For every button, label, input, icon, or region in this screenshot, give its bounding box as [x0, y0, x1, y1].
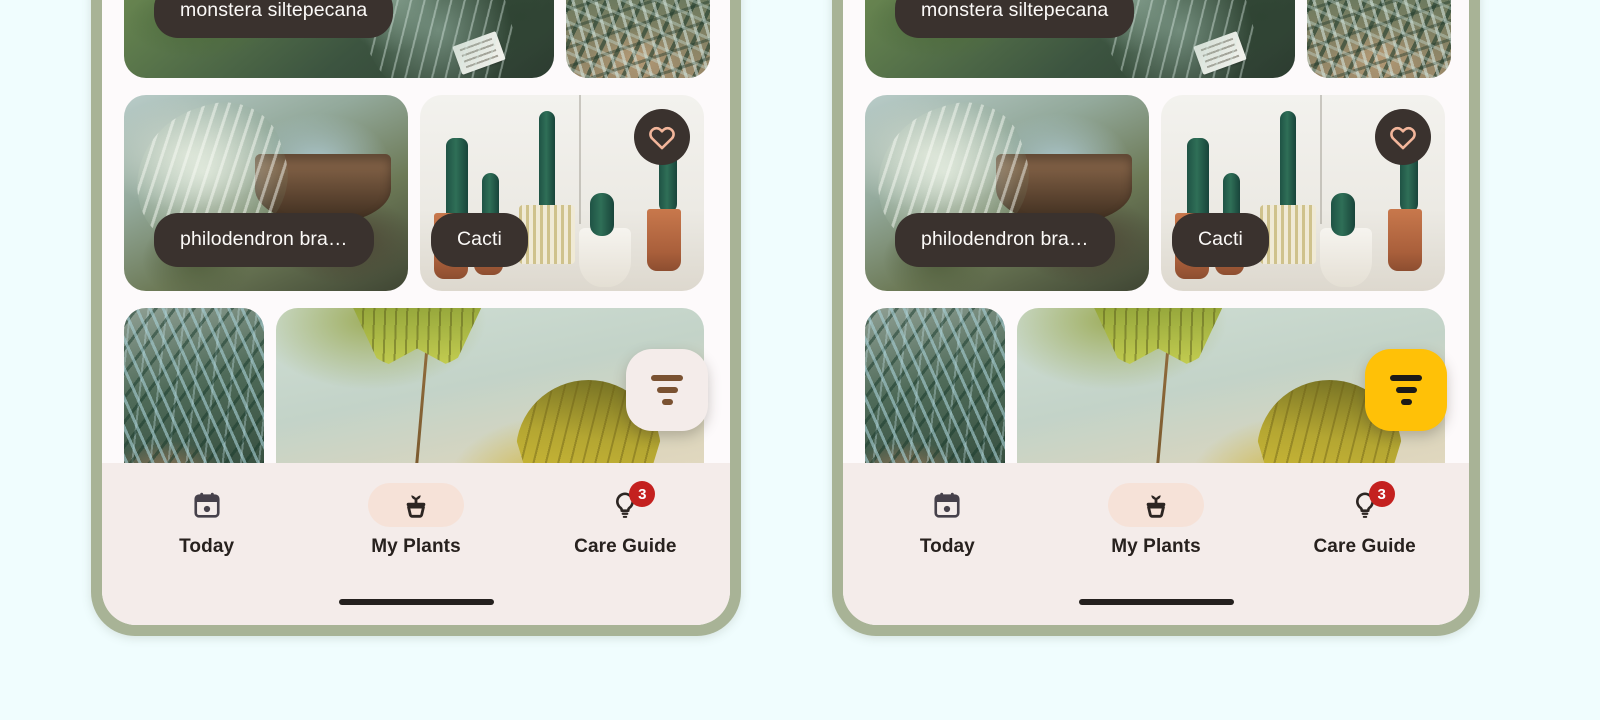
plant-card-spider-plant[interactable]: [865, 308, 1005, 463]
plant-label-chip: monstera siltepecana: [895, 0, 1135, 38]
plant-label-chip: monstera siltepecana: [154, 0, 394, 38]
plant-card-palm-plant[interactable]: [566, 0, 710, 78]
plant-grid-row: philodendron bra… Cacti: [124, 95, 708, 291]
potted-plant-icon: [406, 495, 426, 518]
nav-item-care-guide[interactable]: 3 Care Guide: [521, 481, 730, 558]
plant-card-monstera-siltepecana[interactable]: monstera siltepecana: [124, 0, 554, 78]
nav-icon-wrapper: 3: [577, 481, 673, 527]
plant-label-chip: Cacti: [431, 213, 528, 267]
potted-plant-icon: [1146, 495, 1166, 518]
cactus-prop: [445, 138, 468, 221]
plant-card-palm-plant[interactable]: [1307, 0, 1451, 78]
home-indicator[interactable]: [338, 599, 494, 605]
cactus-prop: [1280, 110, 1297, 209]
speckled-pot-prop: [1320, 228, 1373, 288]
favorite-button[interactable]: [1375, 109, 1431, 165]
filter-fab-button[interactable]: [1365, 349, 1447, 431]
plant-photo-palm-plant: [566, 0, 710, 78]
nav-badge-care-guide: 3: [1368, 481, 1395, 507]
plant-photo-spider-plant: [865, 308, 1005, 463]
plant-label-chip: philodendron bra…: [895, 213, 1115, 267]
terracotta-pot-prop: [647, 208, 682, 272]
nav-item-care-guide[interactable]: 3 Care Guide: [1260, 481, 1469, 558]
phone-screen-left: monstera siltepecana philodendron bra… C…: [102, 0, 730, 625]
nav-icon-wrapper: [1108, 483, 1204, 527]
nav-badge-care-guide: 3: [629, 481, 656, 507]
leaf-prop: [353, 308, 482, 368]
plant-photo-spider-plant: [124, 308, 264, 463]
cactus-prop: [539, 110, 556, 209]
home-indicator[interactable]: [1078, 599, 1234, 605]
plant-grid-left[interactable]: monstera siltepecana philodendron bra… C…: [102, 0, 730, 463]
filter-icon: [1390, 375, 1422, 405]
terracotta-pot-prop: [1388, 208, 1423, 272]
nav-label-today: Today: [919, 536, 975, 557]
plant-grid-right[interactable]: monstera siltepecana philodendron bra… C…: [843, 0, 1469, 463]
phone-mockup-left: monstera siltepecana philodendron bra… C…: [91, 0, 741, 636]
nav-label-my-plants: My Plants: [1111, 536, 1201, 557]
nav-icon-wrapper: [367, 483, 464, 527]
plant-label-chip: Cacti: [1172, 213, 1269, 267]
plant-grid-row: monstera siltepecana: [865, 0, 1451, 78]
cactus-prop: [590, 193, 615, 237]
wall-seam-prop: [1320, 95, 1323, 225]
plant-card-cacti[interactable]: Cacti: [420, 95, 704, 291]
plant-card-philodendron-brasil[interactable]: philodendron bra…: [865, 95, 1149, 291]
favorite-button[interactable]: [634, 109, 690, 165]
calendar-icon: [194, 492, 220, 518]
plant-label-chip: philodendron bra…: [154, 213, 374, 267]
home-indicator-area: [102, 579, 730, 625]
nav-item-today[interactable]: Today: [102, 483, 311, 558]
speckled-pot-prop: [579, 228, 632, 288]
heart-outline-icon: [1390, 126, 1416, 150]
plant-grid-row: monstera siltepecana: [124, 0, 710, 78]
nav-item-my-plants[interactable]: My Plants: [1052, 483, 1261, 558]
cactus-prop: [1331, 193, 1356, 237]
plant-card-philodendron-brasil[interactable]: philodendron bra…: [124, 95, 408, 291]
heart-outline-icon: [649, 126, 675, 150]
nav-label-today: Today: [179, 536, 235, 557]
leaf-prop: [1094, 308, 1223, 368]
plant-grid-row: philodendron bra… Cacti: [865, 95, 1447, 291]
nav-icon-wrapper: 3: [1317, 481, 1413, 527]
phone-screen-right: monstera siltepecana philodendron bra… C…: [843, 0, 1469, 625]
wall-seam-prop: [579, 95, 582, 225]
filter-icon: [651, 375, 683, 405]
stem-prop: [409, 352, 429, 463]
nav-item-today[interactable]: Today: [843, 483, 1052, 558]
plant-name-tag-prop: [452, 30, 507, 75]
screenshot-canvas: monstera siltepecana philodendron bra… C…: [0, 0, 1600, 720]
bottom-nav-items: Today My Plants 3 Care Guide: [843, 463, 1469, 579]
bottom-navigation-bar: Today My Plants 3 Care Guide: [843, 463, 1469, 625]
nav-label-care-guide: Care Guide: [1313, 536, 1416, 557]
home-indicator-area: [843, 579, 1469, 625]
plant-card-cacti[interactable]: Cacti: [1161, 95, 1445, 291]
nav-item-my-plants[interactable]: My Plants: [311, 483, 520, 558]
phone-mockup-right: monstera siltepecana philodendron bra… C…: [832, 0, 1480, 636]
nav-label-care-guide: Care Guide: [574, 536, 677, 557]
stem-prop: [1150, 352, 1170, 463]
calendar-icon: [934, 492, 960, 518]
plant-card-monstera-siltepecana[interactable]: monstera siltepecana: [865, 0, 1295, 78]
cactus-prop: [1186, 138, 1209, 221]
plant-grid-row: [865, 308, 1447, 463]
nav-icon-wrapper: [159, 483, 255, 527]
plant-grid-row: [124, 308, 708, 463]
bottom-nav-items: Today My Plants 3 Care Guide: [102, 463, 730, 579]
filter-fab-button[interactable]: [626, 349, 708, 431]
nav-label-my-plants: My Plants: [371, 536, 461, 557]
nav-icon-wrapper: [899, 483, 995, 527]
plant-name-tag-prop: [1193, 30, 1248, 75]
bottom-navigation-bar: Today My Plants 3 Care Guide: [102, 463, 730, 625]
plant-photo-palm-plant: [1307, 0, 1451, 78]
plant-card-spider-plant[interactable]: [124, 308, 264, 463]
